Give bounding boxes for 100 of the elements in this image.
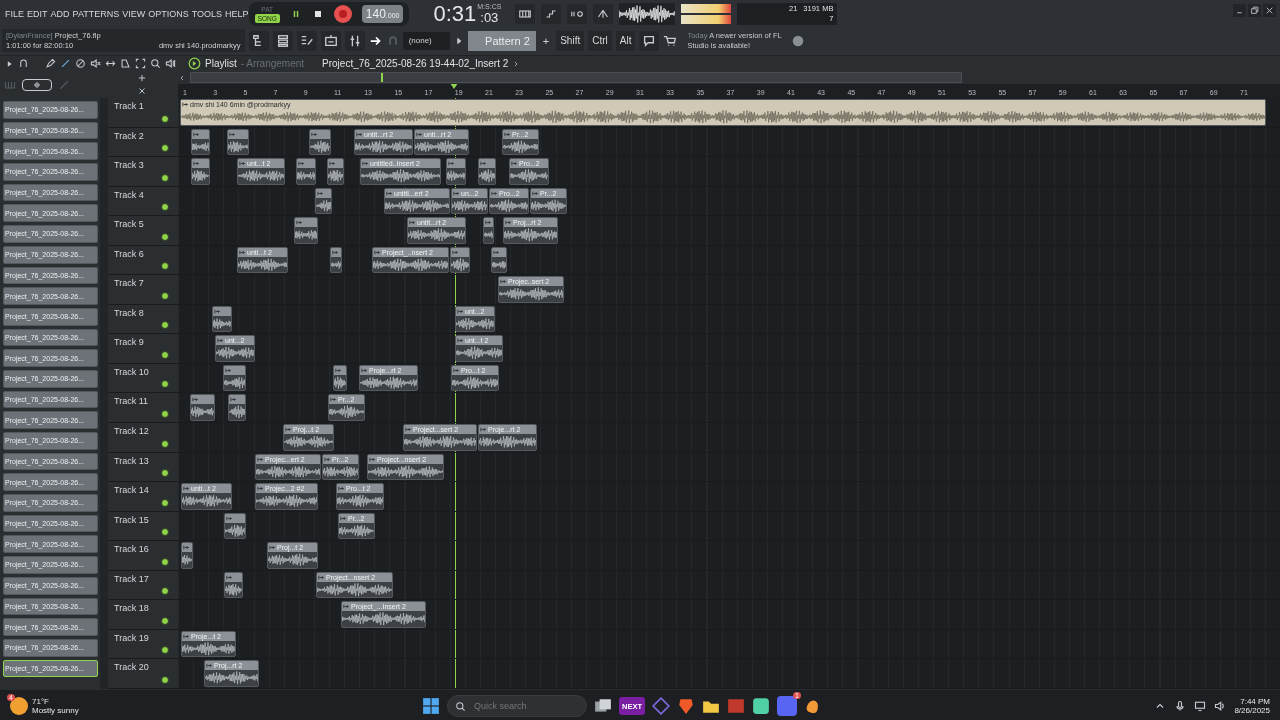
pattern-select[interactable]: Pattern 2 <box>467 30 536 51</box>
clip-menu-icon[interactable] <box>239 160 246 168</box>
clip-menu-icon[interactable] <box>239 248 246 256</box>
clip-menu-icon[interactable] <box>480 160 487 168</box>
clip-menu-icon[interactable] <box>230 396 237 404</box>
step-icon[interactable] <box>541 3 562 24</box>
track-enable-toggle[interactable] <box>161 528 169 537</box>
track-enable-toggle[interactable] <box>161 410 169 418</box>
help-button[interactable] <box>639 30 660 51</box>
slice-icon[interactable] <box>120 58 131 69</box>
clip-menu-icon[interactable] <box>386 189 393 197</box>
track-enable-toggle[interactable] <box>161 587 169 596</box>
windows-start-icon[interactable] <box>422 697 440 715</box>
network-icon[interactable] <box>1194 700 1207 712</box>
piano-roll-icon[interactable] <box>296 30 317 51</box>
brush-icon[interactable] <box>60 58 71 69</box>
audio-clip[interactable] <box>309 128 331 156</box>
playlist-circle-icon[interactable] <box>188 57 201 70</box>
audio-clip[interactable] <box>212 305 232 333</box>
audio-clip[interactable] <box>190 394 215 421</box>
close-button[interactable] <box>1263 4 1276 17</box>
select-icon[interactable] <box>135 58 146 69</box>
track-enable-toggle[interactable] <box>161 232 169 241</box>
no-entry-icon[interactable] <box>75 58 86 69</box>
clip-menu-icon[interactable] <box>452 248 459 256</box>
audio-clip[interactable] <box>315 187 332 215</box>
channel-select[interactable]: (none) <box>402 31 450 50</box>
track-enable-toggle[interactable] <box>161 291 169 300</box>
track-enable-toggle[interactable] <box>161 469 169 478</box>
clip-menu-icon[interactable] <box>340 514 347 522</box>
clip-menu-icon[interactable] <box>511 160 518 168</box>
zoom-icon[interactable] <box>150 58 161 69</box>
clip-menu-icon[interactable] <box>225 366 232 374</box>
rounded-square-app-icon[interactable] <box>752 697 770 715</box>
audio-clip[interactable] <box>294 217 318 244</box>
clip-menu-icon[interactable] <box>182 101 189 108</box>
task-view-icon[interactable] <box>594 697 612 715</box>
audio-clip[interactable] <box>191 158 210 185</box>
playlist-icon[interactable] <box>320 30 341 51</box>
clip-menu-icon[interactable] <box>226 573 233 581</box>
track-enable-toggle[interactable] <box>161 616 169 625</box>
track-enable-toggle[interactable] <box>161 557 169 566</box>
audio-clip[interactable] <box>224 571 243 599</box>
clip-menu-icon[interactable] <box>480 426 487 433</box>
clip-menu-icon[interactable] <box>229 130 236 138</box>
search-field[interactable]: Quick search <box>447 695 587 717</box>
audio-clip[interactable] <box>227 128 249 156</box>
clip-menu-icon[interactable] <box>285 426 292 433</box>
track-enable-toggle[interactable] <box>161 173 169 182</box>
clip-menu-icon[interactable] <box>504 130 511 138</box>
menu-item[interactable]: PATTERNS <box>72 8 120 19</box>
menu-item[interactable]: EDIT <box>27 8 48 19</box>
clip-menu-icon[interactable] <box>335 366 342 374</box>
track-enable-toggle[interactable] <box>161 498 169 507</box>
slip-icon[interactable] <box>105 58 116 69</box>
clip-menu-icon[interactable] <box>192 396 199 404</box>
browser-icon[interactable] <box>248 30 269 51</box>
audio-clip[interactable] <box>296 158 316 185</box>
clip-menu-icon[interactable] <box>343 603 350 611</box>
clip-menu-icon[interactable] <box>491 189 498 197</box>
add-pattern-button[interactable]: + <box>539 34 553 47</box>
speaker-icon[interactable] <box>165 58 176 69</box>
menu-item[interactable]: HELP <box>225 8 249 19</box>
audio-clip[interactable] <box>327 158 344 185</box>
audio-clip[interactable] <box>223 364 246 392</box>
clip-menu-icon[interactable] <box>330 396 337 404</box>
clip-menu-icon[interactable] <box>257 485 264 493</box>
clip-menu-icon[interactable] <box>500 278 507 286</box>
audio-clip[interactable] <box>330 246 342 274</box>
cart-icon[interactable] <box>663 33 678 48</box>
record-button[interactable] <box>333 4 352 23</box>
clip-menu-icon[interactable] <box>532 189 539 197</box>
modifier-key[interactable]: Shift <box>556 30 585 51</box>
clip-menu-icon[interactable] <box>193 130 200 138</box>
clip-menu-icon[interactable] <box>324 455 331 463</box>
menu-item[interactable]: ADD <box>50 8 70 19</box>
minimize-button[interactable] <box>1233 4 1246 17</box>
track-enable-toggle[interactable] <box>161 262 169 271</box>
track-enable-toggle[interactable] <box>161 321 169 330</box>
globe-icon[interactable] <box>791 33 806 48</box>
pencil-icon[interactable] <box>45 58 56 69</box>
clip-menu-icon[interactable] <box>361 366 368 374</box>
clip-menu-icon[interactable] <box>505 219 512 227</box>
audio-clip[interactable] <box>181 542 193 569</box>
clip-menu-icon[interactable] <box>448 160 455 168</box>
clip-menu-icon[interactable] <box>311 130 318 138</box>
clip-menu-icon[interactable] <box>298 160 305 168</box>
overview-scrollbar[interactable] <box>190 72 962 83</box>
audio-clip[interactable] <box>491 246 507 274</box>
clip-menu-icon[interactable] <box>183 544 190 552</box>
menu-item[interactable]: FILE <box>5 8 24 19</box>
clip-menu-icon[interactable] <box>317 189 324 197</box>
clip-menu-icon[interactable] <box>214 307 221 315</box>
clip-menu-icon[interactable] <box>369 455 376 463</box>
clip-menu-icon[interactable] <box>493 248 500 256</box>
add-icon[interactable] <box>136 72 147 83</box>
track-enable-toggle[interactable] <box>161 114 169 123</box>
track-enable-toggle[interactable] <box>161 350 169 359</box>
clip-menu-icon[interactable] <box>296 219 303 227</box>
clip-menu-icon[interactable] <box>269 544 276 552</box>
